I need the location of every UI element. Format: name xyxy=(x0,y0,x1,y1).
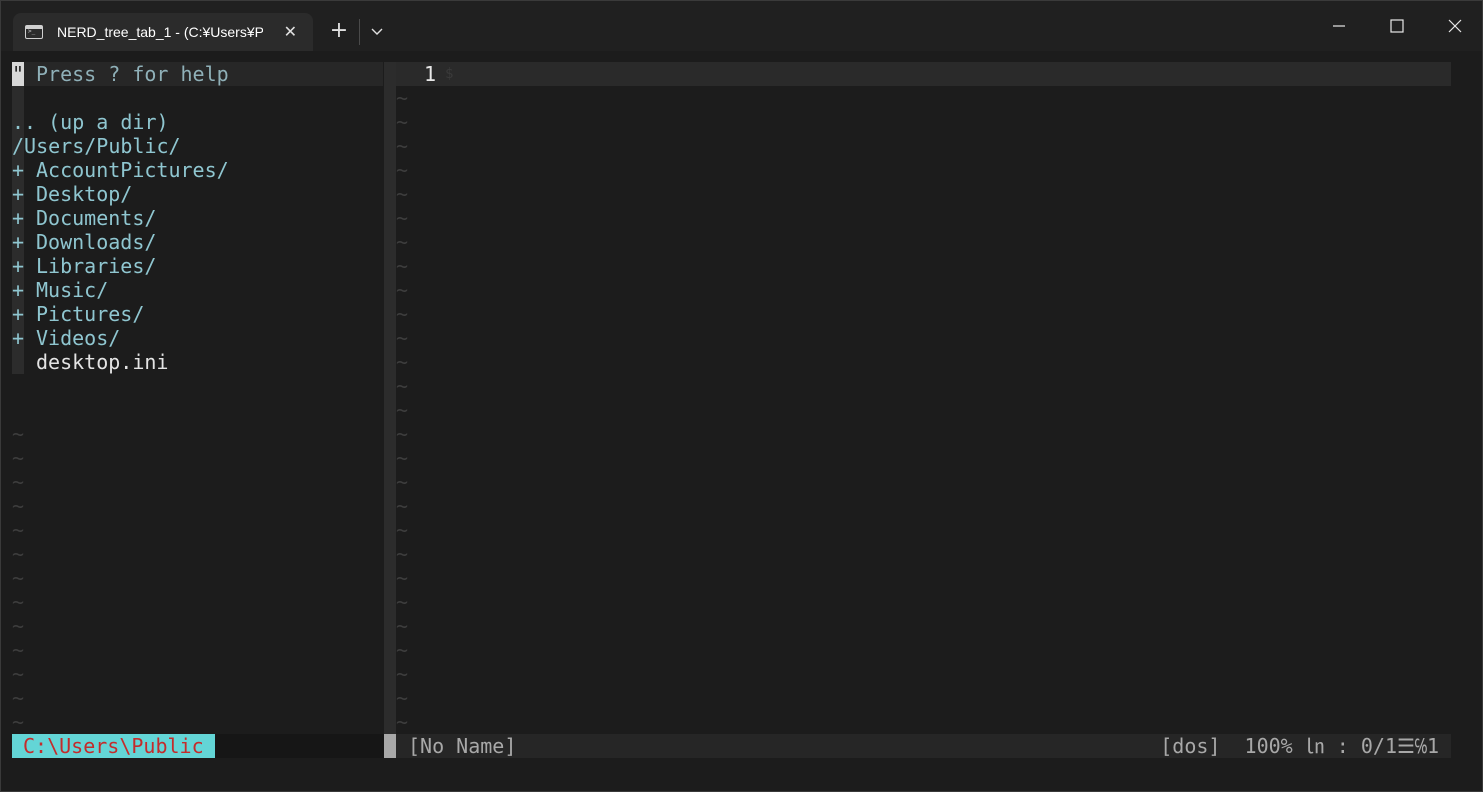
editor-empty-line: ~ xyxy=(396,494,409,518)
editor-empty-line: ~ xyxy=(396,182,409,206)
nerdtree-expand-marker: + xyxy=(12,278,25,302)
editor-empty-line: ~ xyxy=(396,566,409,590)
minimize-icon xyxy=(1333,25,1345,27)
nerdtree-dir-item[interactable]: + Pictures/ xyxy=(12,302,144,326)
nerdtree-dir-item[interactable]: + Libraries/ xyxy=(12,254,156,278)
plus-icon: + xyxy=(329,18,349,43)
editor-empty-line: ~ xyxy=(396,206,409,230)
nerdtree-dir-item[interactable]: + Music/ xyxy=(12,278,108,302)
title-bar: NERD_tree_tab_1 - (C:¥Users¥P ✕ + xyxy=(1,1,1482,51)
editor-statusline: [No Name] [dos] 100% ㏑ : 0/1☰℅1 xyxy=(396,734,1451,758)
nerdtree-empty-line: ~ xyxy=(12,422,25,446)
tab-separator xyxy=(359,19,360,45)
nerdtree-empty-line: ~ xyxy=(12,686,25,710)
editor-empty-line: ~ xyxy=(396,230,409,254)
buffer-info: [dos] 100% ㏑ : 0/1☰℅1 xyxy=(1160,734,1439,758)
nerdtree-empty-line: ~ xyxy=(12,446,25,470)
nerdtree-empty-line: ~ xyxy=(12,590,25,614)
nerdtree-statusline-fill xyxy=(215,734,384,758)
editor-empty-line: ~ xyxy=(396,278,409,302)
nerdtree-dir-item[interactable]: + Downloads/ xyxy=(12,230,156,254)
editor-empty-line: ~ xyxy=(396,446,409,470)
tab-title: NERD_tree_tab_1 - (C:¥Users¥P xyxy=(57,24,263,40)
editor-empty-line: ~ xyxy=(396,422,409,446)
editor-empty-line: ~ xyxy=(396,86,409,110)
nerdtree-expand-marker: + xyxy=(12,206,25,230)
command-line[interactable] xyxy=(1,758,1482,784)
nerdtree-expand-marker: + xyxy=(12,158,25,182)
nerdtree-up-dir[interactable]: .. (up a dir) xyxy=(12,110,169,134)
nerdtree-empty-line: ~ xyxy=(12,662,25,686)
nerdtree-entry-name: Videos/ xyxy=(36,326,121,350)
nerdtree-root[interactable]: /Users/Public/ xyxy=(12,134,181,158)
nerdtree-dir-item[interactable]: + Desktop/ xyxy=(12,182,132,206)
editor-empty-line: ~ xyxy=(396,590,409,614)
editor-empty-line: ~ xyxy=(396,326,409,350)
editor-empty-line: ~ xyxy=(396,350,409,374)
editor-empty-line: ~ xyxy=(396,374,409,398)
editor-empty-line: ~ xyxy=(396,110,409,134)
nerdtree-empty-line: ~ xyxy=(12,566,25,590)
editor-empty-line: ~ xyxy=(396,254,409,278)
nerdtree-dir-item[interactable]: + Documents/ xyxy=(12,206,156,230)
editor-empty-line: ~ xyxy=(396,638,409,662)
close-icon xyxy=(1448,19,1462,33)
chevron-down-icon xyxy=(371,28,383,35)
vertical-split[interactable] xyxy=(384,62,396,734)
nerdtree-empty-line: ~ xyxy=(12,542,25,566)
vertical-split-status xyxy=(384,734,396,758)
editor-empty-line: ~ xyxy=(396,518,409,542)
nerdtree-entry-name: Desktop/ xyxy=(36,182,133,206)
nerdtree-dir-item[interactable]: + Videos/ xyxy=(12,326,120,350)
nerdtree-expand-marker: + xyxy=(12,302,25,326)
editor-empty-line: ~ xyxy=(396,158,409,182)
terminal-icon xyxy=(25,25,43,39)
nerdtree-file-item[interactable]: desktop.ini xyxy=(12,350,168,374)
editor-cursor-line xyxy=(396,62,1451,86)
nerdtree-empty-line: ~ xyxy=(12,638,25,662)
nerdtree-expand-marker: + xyxy=(12,230,25,254)
editor-empty-line: ~ xyxy=(396,470,409,494)
editor-empty-line: ~ xyxy=(396,686,409,710)
maximize-icon xyxy=(1390,19,1404,33)
line-number: 1 xyxy=(423,62,436,86)
nerdtree-empty-line: ~ xyxy=(12,494,25,518)
nerdtree-empty-line: ~ xyxy=(12,470,25,494)
nerdtree-entry-name: Pictures/ xyxy=(36,302,145,326)
nerdtree-entry-name: Music/ xyxy=(36,278,109,302)
nerdtree-statusline: C:\Users\Public xyxy=(12,734,215,758)
nerdtree-help-text: Press ? for help xyxy=(36,62,229,86)
nerdtree-expand-marker: + xyxy=(12,254,25,278)
nerdtree-entry-name: Downloads/ xyxy=(36,230,157,254)
nerdtree-help-marker: " xyxy=(12,62,25,86)
nerdtree-entry-name: AccountPictures/ xyxy=(36,158,229,182)
maximize-button[interactable] xyxy=(1368,1,1426,51)
buffer-name: [No Name] xyxy=(408,734,517,758)
tab-dropdown-button[interactable] xyxy=(365,17,389,45)
window-close-button[interactable] xyxy=(1426,1,1482,51)
editor-empty-line: ~ xyxy=(396,134,409,158)
nerdtree-empty-line: ~ xyxy=(12,518,25,542)
editor-empty-line: ~ xyxy=(396,710,409,734)
nerdtree-dir-item[interactable]: + AccountPictures/ xyxy=(12,158,229,182)
editor-empty-line: ~ xyxy=(396,662,409,686)
close-icon[interactable]: ✕ xyxy=(284,22,297,42)
nerdtree-entry-name: Libraries/ xyxy=(36,254,157,278)
nerdtree-expand-marker: + xyxy=(12,182,25,206)
nerdtree-entry-name: desktop.ini xyxy=(36,350,169,374)
eol-marker: $ xyxy=(445,66,454,82)
nerdtree-empty-line: ~ xyxy=(12,710,25,734)
editor-empty-line: ~ xyxy=(396,398,409,422)
editor-empty-line: ~ xyxy=(396,542,409,566)
editor-empty-line: ~ xyxy=(396,302,409,326)
editor-empty-line: ~ xyxy=(396,614,409,638)
nerdtree-empty-line: ~ xyxy=(12,614,25,638)
tab-nerd-tree[interactable]: NERD_tree_tab_1 - (C:¥Users¥P ✕ xyxy=(13,13,313,51)
terminal-window: NERD_tree_tab_1 - (C:¥Users¥P ✕ + xyxy=(0,0,1483,792)
terminal-content[interactable]: " Press ? for help .. (up a dir) /Users/… xyxy=(1,51,1482,791)
nerdtree-entry-name: Documents/ xyxy=(36,206,157,230)
new-tab-button[interactable]: + xyxy=(325,17,353,45)
nerdtree-expand-marker: + xyxy=(12,326,25,350)
minimize-button[interactable] xyxy=(1310,1,1368,51)
